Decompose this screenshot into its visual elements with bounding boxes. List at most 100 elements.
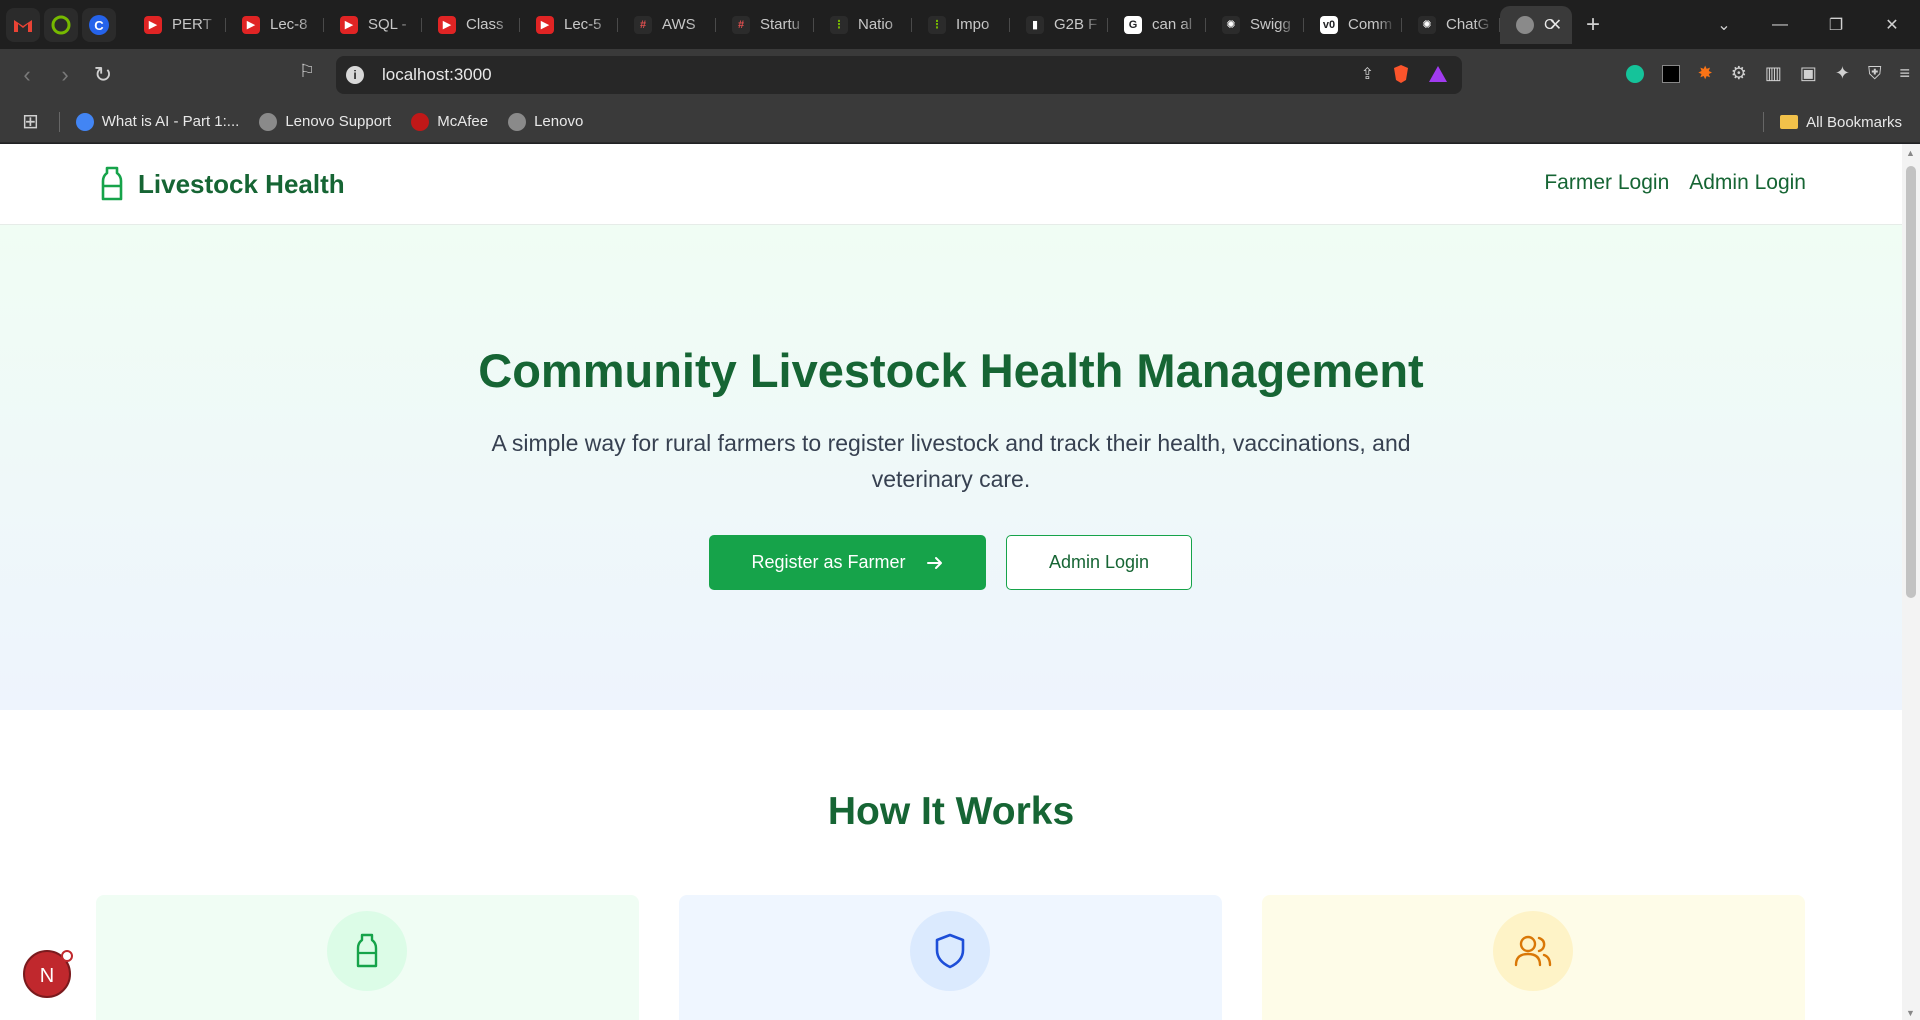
browser-tab-bar: C ▶ PERT ▶ Lec-8 ▶ SQL - ▶ Class ▶ Lec-5 # AWS # Star… xyxy=(0,0,1920,49)
svg-text:C: C xyxy=(94,18,104,33)
browser-tab[interactable]: ✺ ChatG xyxy=(1402,6,1500,44)
brand-logo[interactable]: Livestock Health xyxy=(100,166,345,202)
top-nav: Farmer Login Admin Login xyxy=(1544,171,1806,195)
bookmark-icon[interactable]: ⚐ xyxy=(288,61,326,82)
tab-favicon-icon: ▶ xyxy=(340,15,358,34)
tab-title: Natio xyxy=(858,16,894,33)
tab-title: AWS xyxy=(662,16,696,33)
browser-tab[interactable]: # AWS xyxy=(618,6,716,44)
browser-tab[interactable]: ▶ Class xyxy=(422,6,520,44)
browser-tab[interactable]: ⋮ Impo xyxy=(912,6,1010,44)
section-heading: How It Works xyxy=(827,790,1075,833)
apps-grid-icon[interactable]: ⊞ xyxy=(22,109,39,134)
hero-subtitle: A simple way for rural farmers to regist… xyxy=(491,430,1411,492)
brand-name: Livestock Health xyxy=(138,168,345,199)
browser-tab-active[interactable]: C ✕ xyxy=(1500,5,1572,44)
minimize-icon[interactable]: — xyxy=(1752,16,1808,34)
bookmark-favicon-icon xyxy=(259,112,278,131)
browser-tab[interactable]: Gcan al xyxy=(1108,6,1206,44)
leo-ai-icon[interactable]: ✦ xyxy=(1835,63,1850,84)
tab-favicon-icon: ▮ xyxy=(1026,15,1044,34)
feature-card-health xyxy=(679,895,1222,1020)
forward-icon[interactable]: › xyxy=(46,62,84,88)
brave-rewards-icon[interactable] xyxy=(1428,65,1448,83)
window-controls: ⌄ — ❐ ✕ xyxy=(1696,0,1920,49)
back-icon[interactable]: ‹ xyxy=(8,62,46,88)
tab-title: ChatG xyxy=(1446,16,1490,33)
all-bookmarks[interactable]: All Bookmarks xyxy=(1763,112,1902,132)
browser-tab[interactable]: ⋮ Natio xyxy=(814,6,912,44)
new-tab-button[interactable]: + xyxy=(1586,11,1600,39)
hero-title: Community Livestock Health Management xyxy=(478,344,1424,397)
bottle-icon xyxy=(356,933,378,968)
tab-search-icon[interactable]: ⌄ xyxy=(1696,15,1752,35)
reload-icon[interactable]: ↻ xyxy=(84,62,122,88)
feature-card-livestock xyxy=(96,895,639,1020)
feature-card-community xyxy=(1262,895,1805,1020)
vpn-icon[interactable]: ⛨ xyxy=(1868,63,1882,84)
sidebar-icon[interactable]: ▥ xyxy=(1765,63,1782,84)
globe-icon xyxy=(1516,15,1534,34)
bookmark-item[interactable]: Lenovo Support xyxy=(259,112,391,131)
folder-icon xyxy=(1780,115,1799,129)
chatgpt-ext-icon[interactable] xyxy=(1661,64,1680,83)
restore-icon[interactable]: ❐ xyxy=(1808,15,1864,35)
nextjs-dev-indicator[interactable]: N xyxy=(23,950,73,998)
tab-favicon-icon: ▶ xyxy=(438,15,456,34)
pinned-tabs: C xyxy=(6,7,116,42)
tab-title: Comm xyxy=(1348,16,1393,33)
gmail-pinned-tab[interactable] xyxy=(6,7,40,42)
bookmark-item[interactable]: McAfee xyxy=(411,112,489,131)
extensions-area: ✸ ⚙ ▥ ▣ ✦ ⛨ ≡ xyxy=(1625,63,1910,84)
tab-favicon-icon: # xyxy=(732,15,750,34)
tab-title: can al xyxy=(1152,16,1193,33)
bookmark-item[interactable]: Lenovo xyxy=(508,112,583,131)
shield-icon xyxy=(935,933,965,969)
bookmark-favicon-icon xyxy=(75,112,94,131)
browser-tab[interactable]: ▶ PERT xyxy=(128,6,226,44)
bookmark-label: McAfee xyxy=(437,113,489,130)
browser-tab[interactable]: # Startu xyxy=(716,6,814,44)
address-bar[interactable]: i localhost:3000 ⇪ xyxy=(336,56,1462,94)
browser-tab[interactable]: ▶ SQL - xyxy=(324,6,422,44)
tab-favicon-icon: ⋮ xyxy=(830,15,848,34)
bookmark-favicon-icon xyxy=(508,112,527,131)
tab-title: Startu xyxy=(760,16,801,33)
scroll-down-icon[interactable]: ▼ xyxy=(1906,1008,1915,1018)
bookmark-item[interactable]: What is AI - Part 1:... xyxy=(75,112,239,131)
tab-title: Swigg xyxy=(1250,16,1291,33)
menu-icon[interactable]: ≡ xyxy=(1899,63,1910,84)
nav-farmer-login[interactable]: Farmer Login xyxy=(1544,171,1669,195)
close-tab-icon[interactable]: ✕ xyxy=(1549,15,1562,35)
arrow-right-icon xyxy=(926,556,942,569)
share-icon[interactable]: ⇪ xyxy=(1361,64,1374,84)
register-farmer-button[interactable]: Register as Farmer xyxy=(709,535,986,590)
browser-tab[interactable]: ▮ G2B F xyxy=(1010,6,1108,44)
browser-tab[interactable]: v0 Comm xyxy=(1304,6,1402,44)
bookmark-favicon-icon xyxy=(411,112,430,131)
scrollbar-thumb[interactable] xyxy=(1906,166,1916,598)
nav-admin-login[interactable]: Admin Login xyxy=(1689,171,1806,195)
url-text[interactable]: localhost:3000 xyxy=(382,65,492,85)
site-info-icon[interactable]: i xyxy=(346,66,364,84)
browser-tab[interactable]: ✺ Swigg xyxy=(1206,6,1304,44)
browser-toolbar: ‹ › ↻ ⚐ i localhost:3000 ⇪ ✸ ⚙ ▥ ▣ ✦ ⛨ ≡ xyxy=(0,49,1920,101)
c-pinned-tab[interactable]: C xyxy=(82,7,116,42)
tab-favicon-icon: # xyxy=(634,15,652,34)
brave-shield-icon[interactable] xyxy=(1392,64,1410,84)
grammarly-icon[interactable] xyxy=(1625,64,1644,83)
wallet-icon[interactable]: ▣ xyxy=(1800,63,1817,84)
tab-favicon-icon: v0 xyxy=(1320,15,1338,34)
browser-tab[interactable]: ▶ Lec-5 xyxy=(520,6,618,44)
page-scrollbar[interactable]: ▲ ▼ xyxy=(1902,144,1920,1020)
tab-favicon-icon: ▶ xyxy=(242,15,260,34)
scroll-up-icon[interactable]: ▲ xyxy=(1906,148,1915,158)
nvidia-pinned-tab[interactable] xyxy=(44,7,78,42)
orange-ext-icon[interactable]: ✸ xyxy=(1698,63,1713,84)
browser-tab[interactable]: ▶ Lec-8 xyxy=(226,6,324,44)
tab-strip: ▶ PERT ▶ Lec-8 ▶ SQL - ▶ Class ▶ Lec-5 # AWS # Startu… xyxy=(128,0,1600,49)
extensions-icon[interactable]: ⚙ xyxy=(1731,63,1747,84)
close-window-icon[interactable]: ✕ xyxy=(1864,15,1920,35)
page-viewport: Livestock Health Farmer Login Admin Logi… xyxy=(0,144,1920,1020)
admin-login-button[interactable]: Admin Login xyxy=(1006,535,1192,590)
